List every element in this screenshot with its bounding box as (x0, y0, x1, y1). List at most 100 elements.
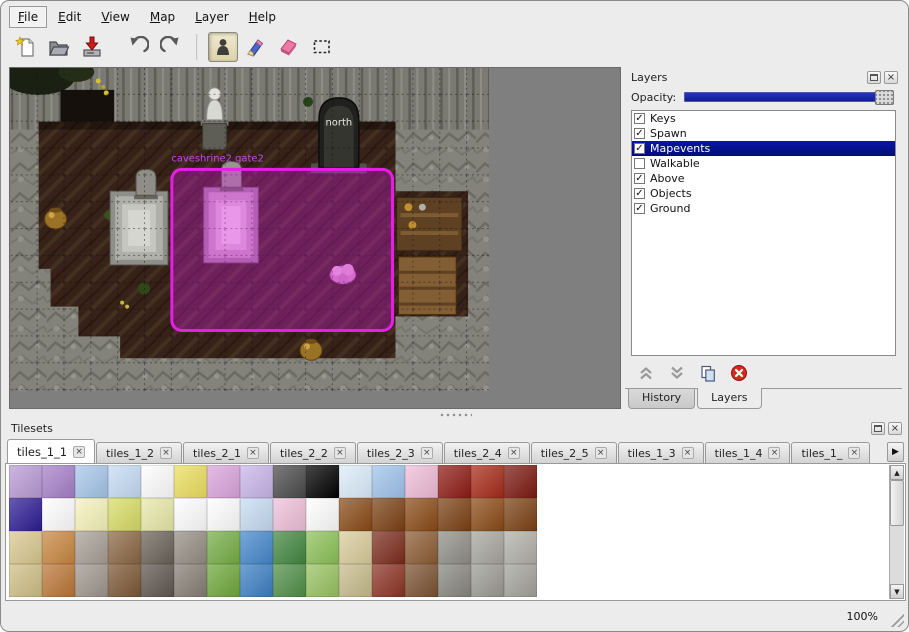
tile[interactable] (273, 531, 306, 564)
tile[interactable] (42, 498, 75, 531)
layer-row-walkable[interactable]: Walkable (632, 156, 895, 171)
tile[interactable] (42, 564, 75, 597)
layer-checkbox[interactable] (634, 158, 645, 169)
tile[interactable] (438, 531, 471, 564)
new-file-button[interactable] (11, 32, 41, 62)
tileset-tab-tiles_1_1[interactable]: tiles_1_1× (7, 439, 95, 463)
tab-scroll-right-button[interactable]: ▶ (887, 442, 904, 462)
layer-checkbox[interactable]: ✓ (634, 188, 645, 199)
tile[interactable] (405, 498, 438, 531)
tile[interactable] (141, 498, 174, 531)
menu-view[interactable]: View (92, 6, 138, 28)
tile[interactable] (75, 531, 108, 564)
tab-close-icon[interactable]: × (421, 447, 433, 459)
tileset-tab-tiles_2_2[interactable]: tiles_2_2× (270, 442, 356, 463)
tile[interactable] (9, 531, 42, 564)
layer-row-keys[interactable]: ✓Keys (632, 111, 895, 126)
eraser-tool-button[interactable] (274, 32, 304, 62)
tile[interactable] (504, 564, 537, 597)
close-panel-icon[interactable]: × (888, 422, 902, 435)
tile[interactable] (471, 465, 504, 498)
tile[interactable] (207, 531, 240, 564)
stamp-tool-button[interactable] (208, 32, 238, 62)
layer-row-above[interactable]: ✓Above (632, 171, 895, 186)
tab-close-icon[interactable]: × (682, 447, 694, 459)
tile[interactable] (207, 498, 240, 531)
layer-row-spawn[interactable]: ✓Spawn (632, 126, 895, 141)
tile[interactable] (42, 531, 75, 564)
menu-file[interactable]: File (9, 6, 47, 28)
tile[interactable] (372, 465, 405, 498)
undo-button[interactable] (123, 32, 153, 62)
tile[interactable] (339, 465, 372, 498)
tile[interactable] (9, 498, 42, 531)
tile[interactable] (372, 564, 405, 597)
tile[interactable] (108, 564, 141, 597)
close-panel-icon[interactable]: × (884, 71, 898, 84)
tile[interactable] (75, 564, 108, 597)
tile[interactable] (273, 564, 306, 597)
scroll-up-icon[interactable]: ▲ (890, 465, 904, 480)
scroll-down-icon[interactable]: ▼ (890, 584, 904, 599)
tile[interactable] (438, 498, 471, 531)
opacity-slider-handle[interactable] (875, 90, 894, 105)
delete-layer-button[interactable] (728, 362, 750, 384)
tab-close-icon[interactable]: × (848, 447, 860, 459)
selection-rectangle[interactable] (172, 169, 393, 330)
layer-checkbox[interactable]: ✓ (634, 203, 645, 214)
move-layer-down-button[interactable] (666, 362, 688, 384)
tile[interactable] (405, 465, 438, 498)
scrollbar-thumb[interactable] (890, 480, 904, 526)
menu-layer[interactable]: Layer (186, 6, 237, 28)
layer-checkbox[interactable]: ✓ (634, 173, 645, 184)
tile[interactable] (372, 498, 405, 531)
tile[interactable] (240, 465, 273, 498)
float-panel-icon[interactable] (871, 422, 885, 435)
float-panel-icon[interactable] (867, 71, 881, 84)
tileset-tab-tiles_2_1[interactable]: tiles_2_1× (183, 442, 269, 463)
tab-history[interactable]: History (628, 389, 695, 409)
tile[interactable] (240, 564, 273, 597)
move-layer-up-button[interactable] (635, 362, 657, 384)
tile[interactable] (372, 531, 405, 564)
opacity-slider[interactable] (684, 92, 894, 102)
tile[interactable] (174, 564, 207, 597)
menu-help[interactable]: Help (240, 6, 285, 28)
layer-checkbox[interactable]: ✓ (634, 143, 645, 154)
tile[interactable] (405, 564, 438, 597)
tile[interactable] (339, 564, 372, 597)
tileset-tab-tiles_2_5[interactable]: tiles_2_5× (531, 442, 617, 463)
tile[interactable] (273, 465, 306, 498)
tile[interactable] (9, 465, 42, 498)
open-file-button[interactable] (44, 32, 74, 62)
tile[interactable] (240, 531, 273, 564)
tile[interactable] (339, 498, 372, 531)
menu-edit[interactable]: Edit (49, 6, 90, 28)
tile[interactable] (504, 498, 537, 531)
tile[interactable] (471, 564, 504, 597)
tile[interactable] (471, 498, 504, 531)
tile[interactable] (174, 498, 207, 531)
tile[interactable] (174, 531, 207, 564)
tile[interactable] (504, 531, 537, 564)
map-canvas[interactable]: north caveshrine2 gate2 (9, 67, 621, 409)
tile[interactable] (141, 531, 174, 564)
tileset-tab-tiles_2_3[interactable]: tiles_2_3× (357, 442, 443, 463)
tile[interactable] (273, 498, 306, 531)
tileset-tab-tiles_1_2[interactable]: tiles_1_2× (96, 442, 182, 463)
tileset-scrollbar[interactable]: ▲ ▼ (889, 465, 904, 599)
tab-close-icon[interactable]: × (73, 446, 85, 458)
tile[interactable] (240, 498, 273, 531)
tile[interactable] (42, 465, 75, 498)
tile[interactable] (75, 498, 108, 531)
tile[interactable] (75, 465, 108, 498)
select-tool-button[interactable] (307, 32, 337, 62)
tile[interactable] (306, 564, 339, 597)
duplicate-layer-button[interactable] (697, 362, 719, 384)
tile[interactable] (174, 465, 207, 498)
tile[interactable] (207, 564, 240, 597)
tile[interactable] (141, 465, 174, 498)
layer-row-ground[interactable]: ✓Ground (632, 201, 895, 216)
ink-tool-button[interactable] (241, 32, 271, 62)
tab-close-icon[interactable]: × (334, 447, 346, 459)
